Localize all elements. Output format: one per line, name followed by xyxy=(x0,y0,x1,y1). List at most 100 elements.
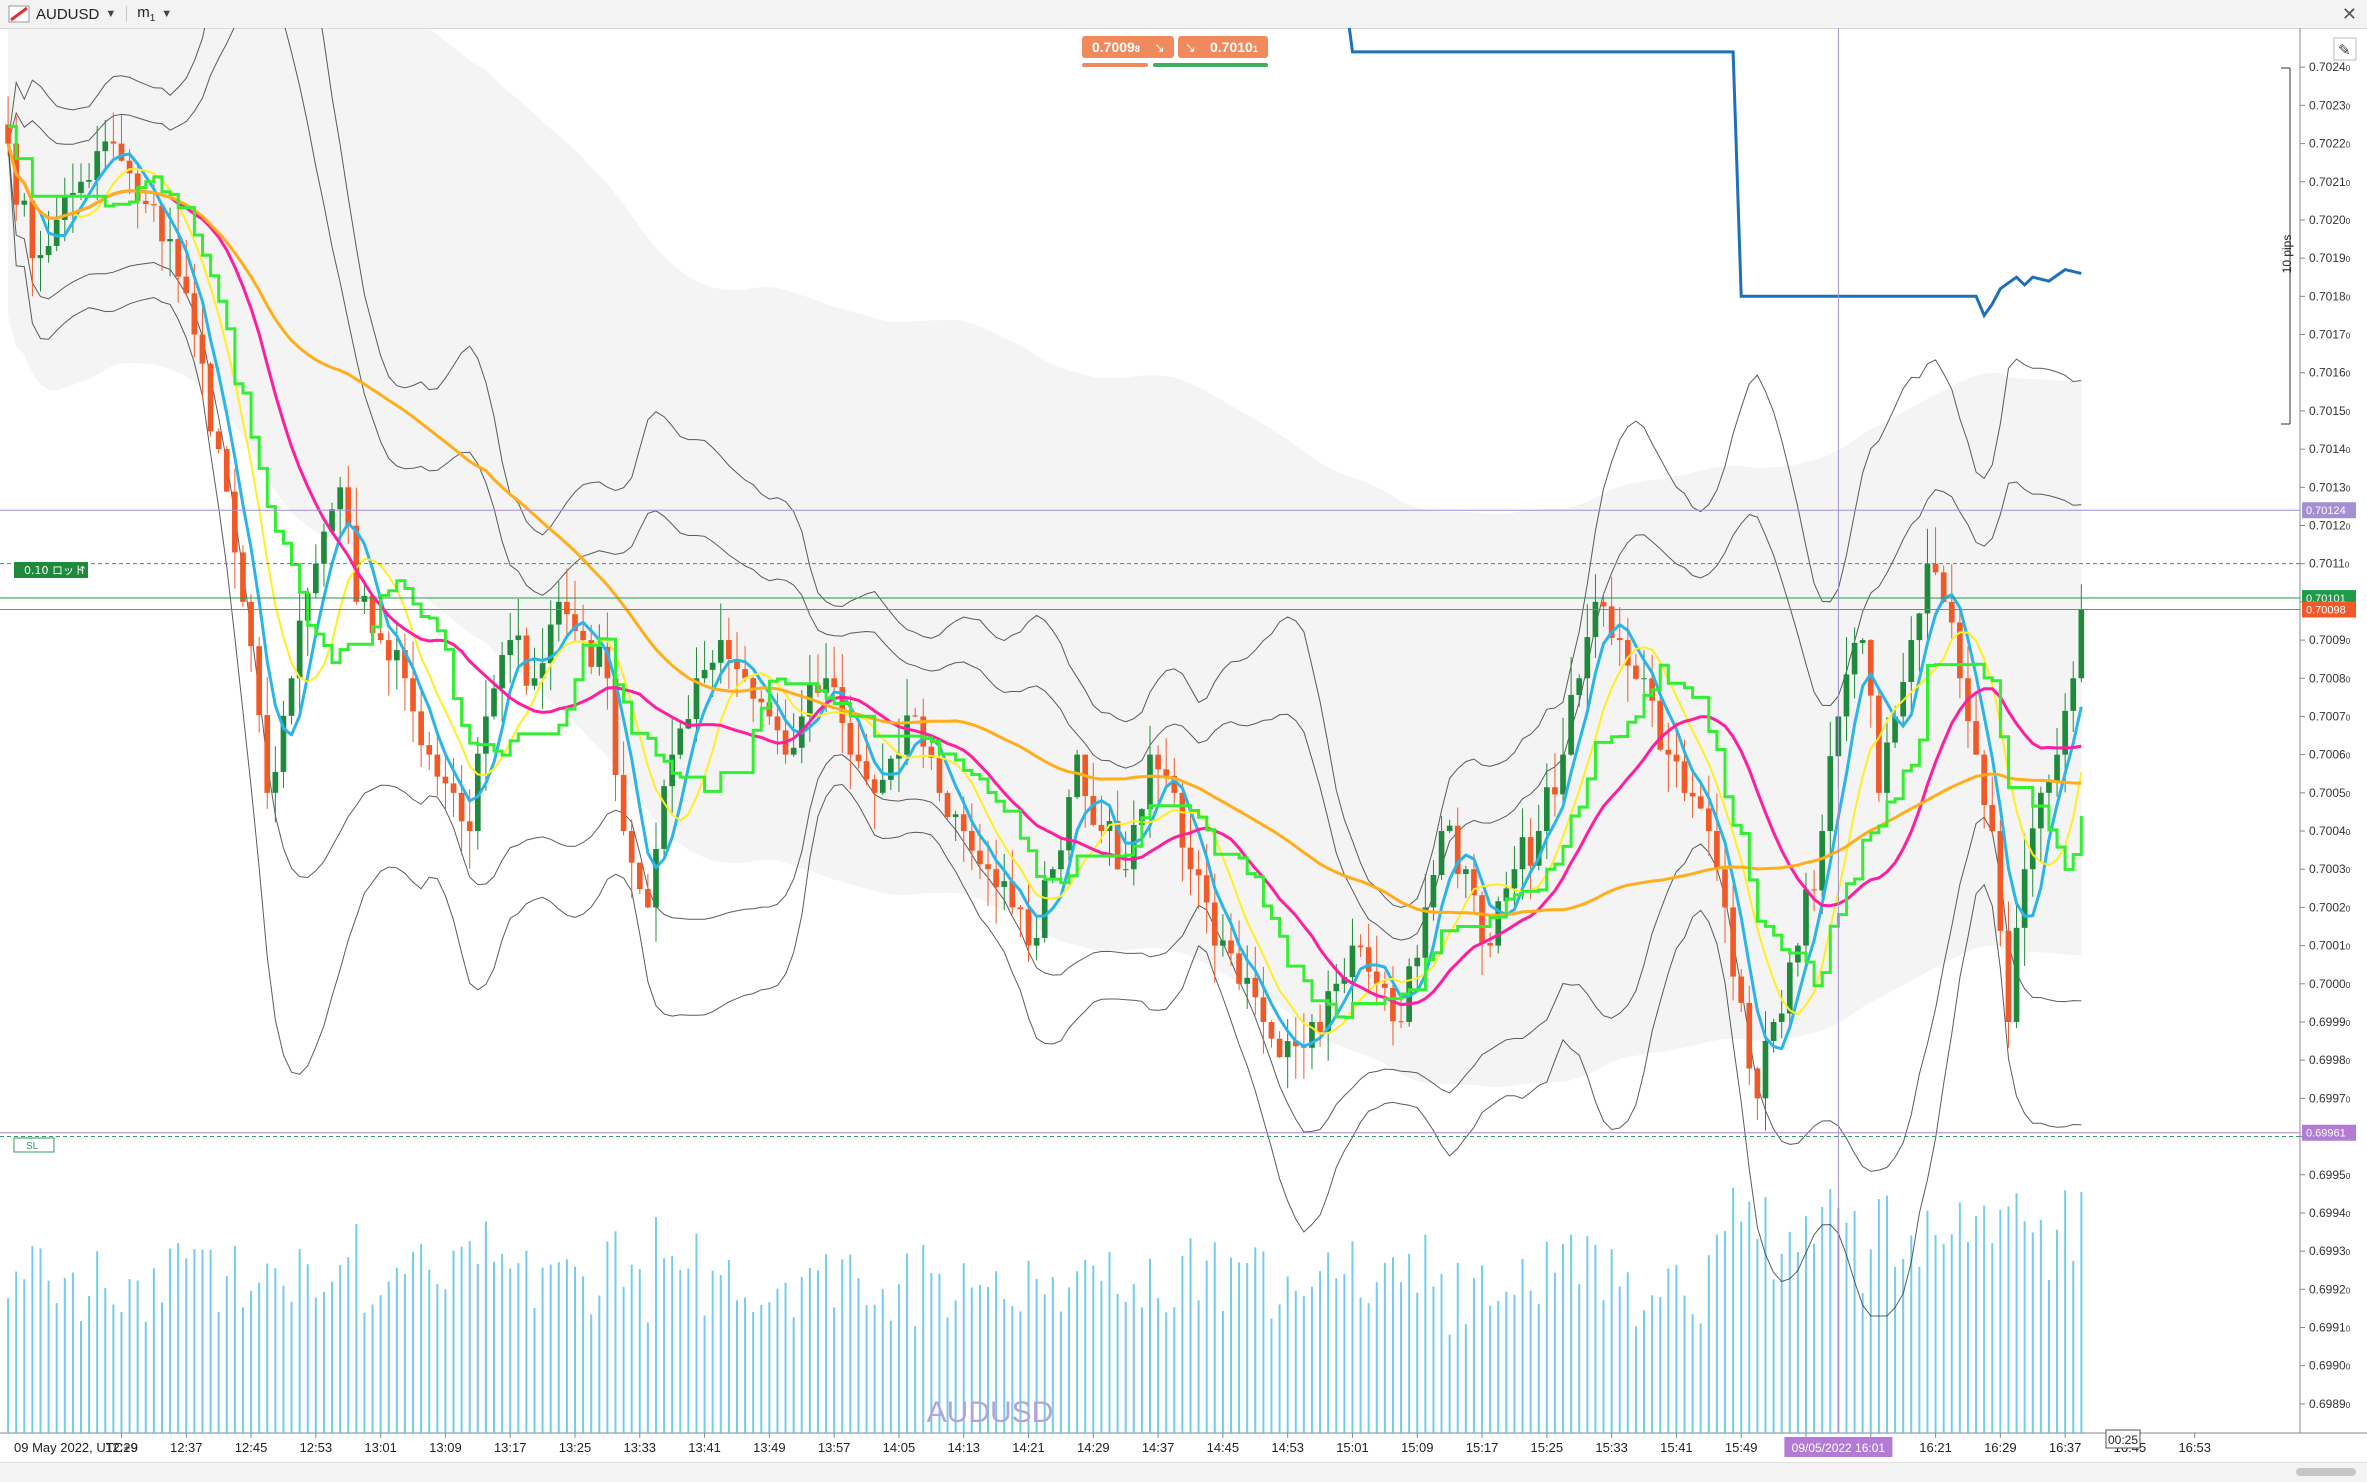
candle[interactable] xyxy=(313,544,319,598)
volume-bar xyxy=(1221,1310,1224,1433)
volume-bar xyxy=(1068,1287,1071,1433)
candle[interactable] xyxy=(248,594,254,672)
candle[interactable] xyxy=(264,677,271,809)
candle-body xyxy=(1681,761,1688,793)
candle[interactable] xyxy=(215,428,222,454)
volume-bar xyxy=(31,1246,34,1433)
volume-bar xyxy=(1529,1290,1532,1433)
candle[interactable] xyxy=(653,822,659,942)
volume-bar xyxy=(71,1272,74,1433)
candle-body xyxy=(993,869,999,887)
price-chart[interactable]: 0.70240 0.70230 0.70220 0.70210 0.70200 0.701… xyxy=(0,28,2367,1462)
lot-order-label[interactable]: 0.10 ロット ↑ xyxy=(14,562,88,578)
candle-body xyxy=(1770,1021,1777,1041)
candle[interactable] xyxy=(426,731,433,771)
y-tick-label: 0.70200 xyxy=(2309,213,2351,227)
candle-body xyxy=(118,143,125,161)
volume-bar xyxy=(1246,1263,1249,1433)
y-tick-label: 0.69890 xyxy=(2309,1397,2351,1411)
y-tick-label: 0.70140 xyxy=(2309,442,2351,456)
candle-body xyxy=(1252,977,1259,998)
candle-body xyxy=(377,633,384,641)
symbol-selector[interactable]: AUDUSD xyxy=(36,6,99,23)
candle[interactable] xyxy=(272,746,279,823)
candle[interactable] xyxy=(207,362,214,437)
candle[interactable] xyxy=(1876,691,1882,802)
volume-bar xyxy=(1796,1252,1799,1433)
candle-body xyxy=(102,141,109,152)
volume-bar xyxy=(808,1267,811,1433)
candle-body xyxy=(1187,847,1194,870)
candle-body xyxy=(1163,769,1170,776)
y-tick-label: 0.70130 xyxy=(2309,480,2351,494)
timeframe-dropdown-icon[interactable]: ▼ xyxy=(161,8,172,20)
volume-bar xyxy=(654,1217,657,1433)
candle[interactable] xyxy=(232,468,238,589)
candle[interactable] xyxy=(636,862,643,895)
candle[interactable] xyxy=(458,764,465,856)
close-chart-icon[interactable]: ✕ xyxy=(2342,4,2357,25)
candle[interactable] xyxy=(223,445,230,492)
volume-bar xyxy=(1205,1260,1208,1433)
volume-bar xyxy=(1092,1265,1095,1433)
candle-body xyxy=(1527,837,1534,866)
volume-bar xyxy=(1594,1244,1597,1433)
candle[interactable] xyxy=(393,620,400,690)
volume-bar xyxy=(1173,1307,1176,1433)
candle[interactable] xyxy=(628,819,635,898)
candle-body xyxy=(256,646,262,716)
volume-bar xyxy=(274,1268,277,1433)
candle[interactable] xyxy=(944,790,951,819)
volume-bar xyxy=(314,1297,317,1433)
y-tick-label: 0.70020 xyxy=(2309,900,2351,914)
x-tick-label: 14:29 xyxy=(1077,1440,1110,1455)
pips-ruler: 10 pips xyxy=(2280,67,2294,425)
candle-body xyxy=(701,669,708,679)
candle[interactable] xyxy=(1754,1066,1761,1121)
candle[interactable] xyxy=(280,700,287,788)
volume-bar xyxy=(39,1248,42,1433)
candle[interactable] xyxy=(1292,1017,1299,1079)
scrollbar-thumb[interactable] xyxy=(2296,1468,2356,1476)
candle-body xyxy=(1722,869,1728,908)
y-tick-label: 0.70050 xyxy=(2309,786,2351,800)
edit-chart-button[interactable]: ✎ xyxy=(2333,37,2357,61)
candle-body xyxy=(1001,881,1008,887)
symbol-dropdown-icon[interactable]: ▼ xyxy=(105,8,116,20)
candle-body xyxy=(1584,637,1591,679)
lot-arrow-icon: ↑ xyxy=(78,564,87,577)
volume-bar xyxy=(15,1271,18,1433)
volume-bar xyxy=(1213,1242,1216,1433)
candle[interactable] xyxy=(385,631,392,696)
sell-price: 0.7009 xyxy=(1092,39,1135,55)
candle-body xyxy=(142,200,149,205)
candle-body xyxy=(968,831,975,851)
candle[interactable] xyxy=(442,754,449,811)
candle[interactable] xyxy=(661,779,667,858)
volume-bar xyxy=(2007,1206,2010,1433)
candle[interactable] xyxy=(1495,896,1502,954)
volume-bar xyxy=(468,1240,471,1433)
y-tick-label: 0.70040 xyxy=(2309,824,2351,838)
volume-bar xyxy=(744,1297,747,1433)
candle[interactable] xyxy=(1276,1031,1283,1059)
candle[interactable] xyxy=(418,686,424,767)
candle[interactable] xyxy=(1997,820,2004,947)
x-tick-label: 13:57 xyxy=(818,1440,851,1455)
stop-loss-label[interactable]: SL xyxy=(13,1137,55,1153)
candle-body xyxy=(977,850,983,865)
sell-button[interactable]: 0.70098 ↘ xyxy=(1082,36,1174,67)
candle[interactable] xyxy=(410,641,416,742)
timeframe-selector[interactable]: m1 xyxy=(137,4,155,24)
candle[interactable] xyxy=(288,675,295,725)
volume-bar xyxy=(525,1250,528,1433)
candle-body xyxy=(1843,674,1850,717)
candle[interactable] xyxy=(1268,1020,1275,1048)
candle-body xyxy=(1705,808,1712,832)
candle[interactable] xyxy=(434,735,441,796)
candle[interactable] xyxy=(321,523,327,587)
chart-scrollbar[interactable] xyxy=(0,1462,2367,1482)
candle[interactable] xyxy=(296,589,303,716)
y-tick-label: 0.70010 xyxy=(2309,939,2351,953)
candle[interactable] xyxy=(256,636,262,733)
